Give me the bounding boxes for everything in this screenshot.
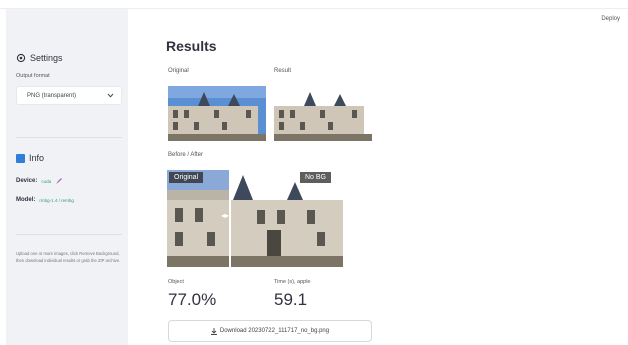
model-row: Model: rmbg-1.4 / rembg: [16, 197, 74, 203]
rocket-icon: [56, 178, 63, 184]
slider-divider[interactable]: [229, 170, 231, 267]
deploy-button[interactable]: Deploy: [601, 16, 620, 22]
comparison-image: [167, 170, 343, 267]
output-format-value: PNG (transparent): [27, 92, 77, 99]
slider-handle-icon[interactable]: ◂▸: [221, 211, 229, 220]
result-image: [274, 86, 372, 141]
download-button[interactable]: Download 20230722_111717_no_bg.png: [168, 320, 372, 342]
original-caption: Original: [168, 68, 189, 74]
device-label: Device:: [16, 178, 38, 184]
result-caption: Result: [274, 68, 292, 74]
sidebar: Settings Output format PNG (transparent)…: [6, 9, 128, 345]
info-heading: Info: [16, 153, 44, 163]
metric-value: 59.1: [274, 290, 308, 309]
output-format-label: Output format: [16, 73, 50, 79]
settings-heading: Settings: [16, 53, 63, 63]
instructions-note: Upload one or more images, click Remove …: [16, 251, 121, 263]
download-icon: [210, 327, 217, 335]
top-bar: [0, 0, 628, 9]
metric-value: 77.0%: [168, 290, 217, 309]
device-row: Device: cuda: [16, 177, 63, 185]
gear-icon: [16, 53, 26, 63]
info-icon: [16, 153, 25, 163]
model-label: Model:: [16, 197, 36, 203]
before-label: Original: [169, 172, 204, 183]
sidebar-divider: [16, 234, 122, 235]
before-after-caption: Before / After: [168, 152, 204, 158]
original-image: [168, 86, 266, 141]
metric-label: Object: [168, 279, 184, 285]
after-label: No BG: [299, 172, 331, 183]
model-value: rmbg-1.4 / rembg: [39, 197, 74, 203]
metric-label: Time (s), apple: [274, 279, 311, 285]
output-format-select[interactable]: PNG (transparent): [16, 86, 122, 105]
download-label: Download 20230722_111717_no_bg.png: [219, 328, 330, 334]
settings-title: Settings: [30, 53, 63, 63]
chevron-down-icon: [107, 93, 114, 98]
page-title: Results: [166, 38, 217, 54]
info-title: Info: [29, 153, 45, 163]
device-value: cuda: [41, 178, 52, 184]
sidebar-divider: [16, 137, 122, 138]
before-after-slider[interactable]: Original No BG ◂▸: [167, 170, 343, 267]
